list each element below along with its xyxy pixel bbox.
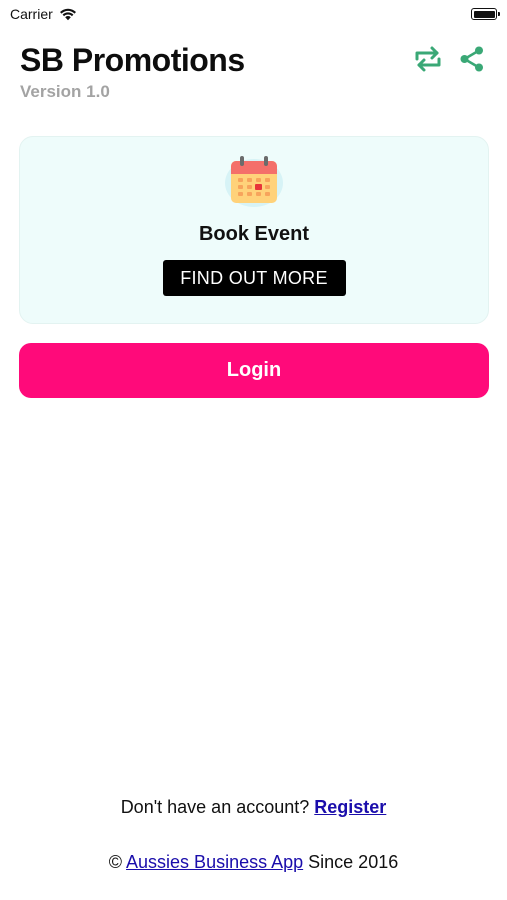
status-left: Carrier [10,6,77,22]
copyright-line: © Aussies Business App Since 2016 [0,852,507,873]
login-button[interactable]: Login [19,343,489,398]
header-actions [413,44,487,74]
company-link[interactable]: Aussies Business App [126,852,303,872]
carrier-label: Carrier [10,6,53,22]
repeat-icon [415,46,441,72]
share-icon [460,46,483,72]
battery-icon [471,8,500,20]
calendar-icon [224,153,284,209]
card-title: Book Event [198,223,310,245]
find-out-more-button[interactable]: FIND OUT MORE [162,260,346,296]
copyright-symbol: © [108,852,123,872]
header: SB Promotions Version 1.0 [20,40,487,104]
repeat-button[interactable] [413,44,443,74]
book-event-card: Book Event FIND OUT MORE [19,136,489,324]
app-version: Version 1.0 [20,82,110,101]
app-screen: Carrier SB Promotions Version 1.0 Book E… [0,0,507,900]
status-bar: Carrier [0,0,507,28]
register-prompt: Don't have an account? [120,797,310,817]
battery-fill [473,10,495,18]
share-button[interactable] [457,44,487,74]
since-text: Since 2016 [308,852,399,872]
wifi-icon [59,7,77,21]
register-link[interactable]: Register [314,797,386,817]
register-line: Don't have an account? Register [0,797,507,818]
